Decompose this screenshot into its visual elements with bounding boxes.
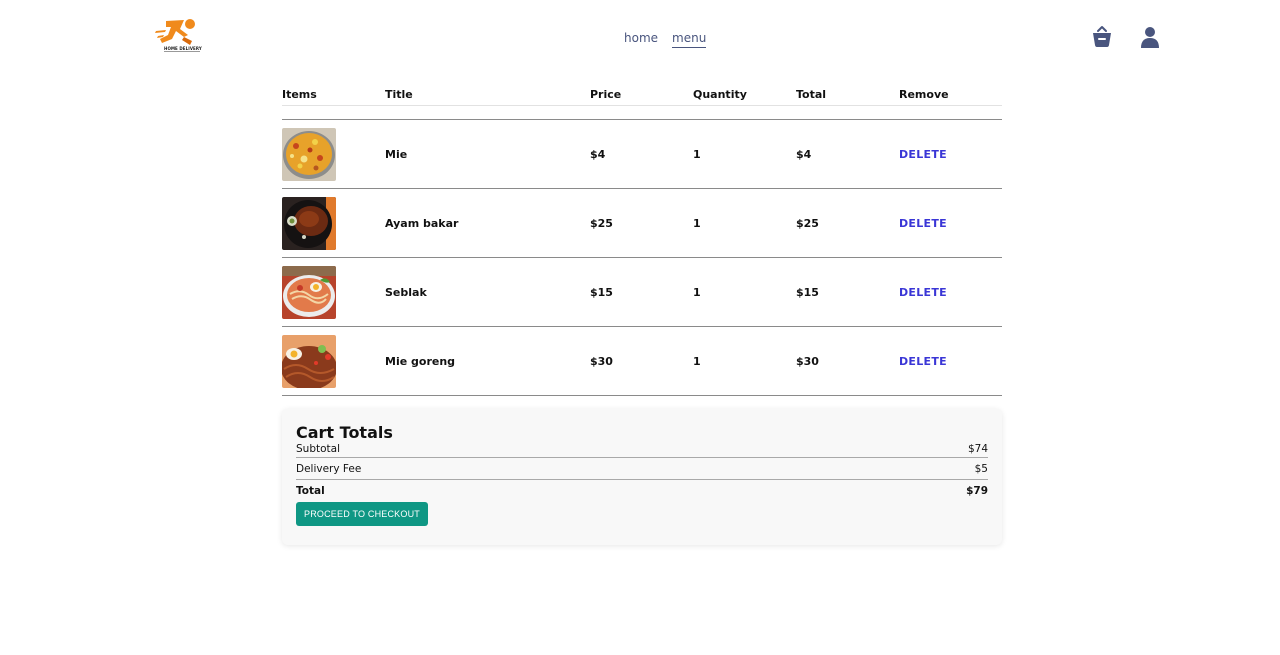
- delivery-fee-label: Delivery Fee: [296, 462, 362, 475]
- column-header-items: Items: [282, 88, 317, 101]
- item-price: $30: [590, 354, 613, 368]
- ayam-bakar-image: [282, 196, 336, 250]
- item-total: $30: [796, 354, 819, 368]
- cart-totals-panel: Cart Totals Subtotal $74 Delivery Fee $5…: [282, 409, 1002, 545]
- logo-tagline-line: [164, 51, 200, 52]
- cart-item-row: Mie goreng $30 1 $30 DELETE: [282, 327, 1002, 396]
- item-quantity: 1: [693, 216, 701, 230]
- user-icon[interactable]: [1138, 25, 1162, 49]
- column-header-price: Price: [590, 88, 622, 101]
- delete-button[interactable]: DELETE: [899, 217, 1002, 230]
- cart-header-row: Items Title Price Quantity Total Remove: [282, 84, 1002, 106]
- navbar: HOME DELIVERY home menu: [0, 0, 1280, 78]
- item-quantity: 1: [693, 285, 701, 299]
- cart-totals-title: Cart Totals: [296, 423, 393, 442]
- header-divider: [282, 106, 1002, 120]
- item-quantity: 1: [693, 354, 701, 368]
- item-total: $15: [796, 285, 819, 299]
- delivery-fee-value: $5: [974, 462, 988, 475]
- column-header-quantity: Quantity: [693, 88, 747, 101]
- delivery-fee-line: Delivery Fee $5: [296, 458, 988, 479]
- nav-links: home menu: [624, 31, 707, 48]
- proceed-to-checkout-button[interactable]: PROCEED TO CHECKOUT: [296, 502, 428, 526]
- item-title: Mie: [385, 147, 408, 161]
- column-header-title: Title: [385, 88, 413, 101]
- subtotal-label: Subtotal: [296, 443, 340, 455]
- nav-link-menu[interactable]: menu: [672, 31, 707, 48]
- item-total: $25: [796, 216, 819, 230]
- item-quantity: 1: [693, 147, 701, 161]
- item-title: Mie goreng: [385, 354, 456, 368]
- runner-logo-icon: [155, 19, 195, 45]
- item-title: Seblak: [385, 285, 427, 299]
- item-total: $4: [796, 147, 812, 161]
- cart-item-row: Seblak $15 1 $15 DELETE: [282, 258, 1002, 327]
- mie-image: [282, 127, 336, 181]
- cart-item-row: Mie $4 1 $4 DELETE: [282, 120, 1002, 189]
- nav-link-home[interactable]: home: [624, 31, 658, 48]
- delete-button[interactable]: DELETE: [899, 148, 1002, 161]
- total-line: Total $79: [296, 480, 988, 501]
- seblak-image: [282, 265, 336, 319]
- total-value: $79: [966, 484, 988, 497]
- nav-icons: [1090, 25, 1162, 49]
- item-price: $25: [590, 216, 613, 230]
- delete-button[interactable]: DELETE: [899, 355, 1002, 368]
- item-title: Ayam bakar: [385, 216, 459, 230]
- delete-button[interactable]: DELETE: [899, 286, 1002, 299]
- home-delivery-logo[interactable]: HOME DELIVERY: [154, 17, 204, 55]
- subtotal-line: Subtotal $74: [296, 443, 988, 457]
- subtotal-value: $74: [967, 443, 988, 455]
- basket-icon[interactable]: [1090, 25, 1114, 49]
- item-price: $4: [590, 147, 606, 161]
- cart-item-row: Ayam bakar $25 1 $25 DELETE: [282, 189, 1002, 258]
- mie-goreng-image: [282, 334, 336, 388]
- item-price: $15: [590, 285, 613, 299]
- column-header-total: Total: [796, 88, 827, 101]
- total-label: Total: [296, 484, 325, 497]
- column-header-remove: Remove: [899, 88, 949, 101]
- cart-table: Items Title Price Quantity Total Remove …: [282, 84, 1002, 396]
